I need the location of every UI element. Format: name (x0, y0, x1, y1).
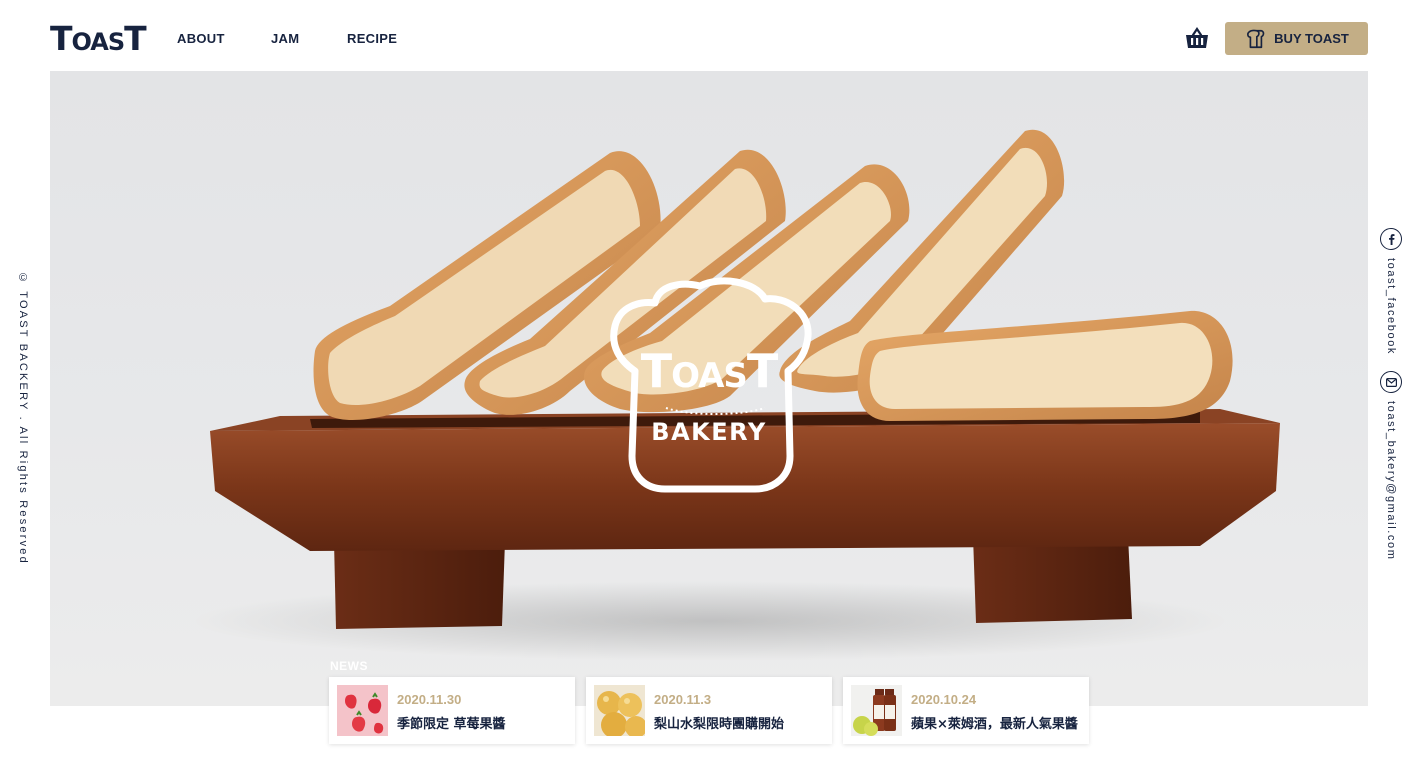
buy-toast-button[interactable]: BUY TOAST (1225, 22, 1368, 55)
hero-logo-title: TOAST (640, 344, 779, 398)
social-email[interactable]: toast_bakery@gmail.com (1380, 371, 1402, 560)
social-facebook[interactable]: toast_facebook (1380, 228, 1402, 355)
basket-icon[interactable] (1185, 27, 1209, 49)
news-thumbnail-apple-rum (851, 685, 902, 736)
mail-icon[interactable] (1380, 371, 1402, 393)
news-card[interactable]: 2020.10.24 蘋果×萊姆酒，最新人氣果醬 (843, 677, 1089, 744)
email-label[interactable]: toast_bakery@gmail.com (1385, 401, 1397, 560)
site-logo[interactable]: TOAST (50, 22, 147, 59)
copyright-text: © TOAST BACKERY . All Rights Reserved (17, 272, 29, 565)
hero-bakery-logo: TOAST BAKERY (609, 286, 809, 496)
news-title[interactable]: 梨山水梨限時團購開始 (654, 713, 784, 732)
facebook-icon[interactable] (1380, 228, 1402, 250)
news-thumbnail-strawberries (337, 685, 388, 736)
news-date: 2020.11.3 (654, 692, 712, 707)
facebook-label[interactable]: toast_facebook (1385, 258, 1397, 355)
news-title[interactable]: 蘋果×萊姆酒，最新人氣果醬 (911, 713, 1078, 732)
hero-image: TOAST BAKERY (50, 71, 1368, 706)
news-thumbnail-pears (594, 685, 645, 736)
hero-logo-subtitle: BAKERY (651, 418, 767, 446)
nav-about[interactable]: ABOUT (177, 31, 225, 46)
news-date: 2020.10.24 (911, 692, 977, 707)
news-date: 2020.11.30 (397, 692, 462, 707)
news-heading: NEWS (330, 659, 368, 673)
toast-bread-icon (1247, 29, 1265, 48)
news-title[interactable]: 季節限定 草莓果醬 (397, 713, 506, 732)
nav-recipe[interactable]: RECIPE (347, 31, 397, 46)
news-card[interactable]: 2020.11.3 梨山水梨限時團購開始 (586, 677, 832, 744)
news-card[interactable]: 2020.11.30 季節限定 草莓果醬 (329, 677, 575, 744)
site-header: TOAST ABOUT JAM RECIPE BUY TOAST (0, 0, 1418, 72)
nav-jam[interactable]: JAM (271, 31, 299, 46)
buy-toast-label: BUY TOAST (1274, 31, 1349, 46)
